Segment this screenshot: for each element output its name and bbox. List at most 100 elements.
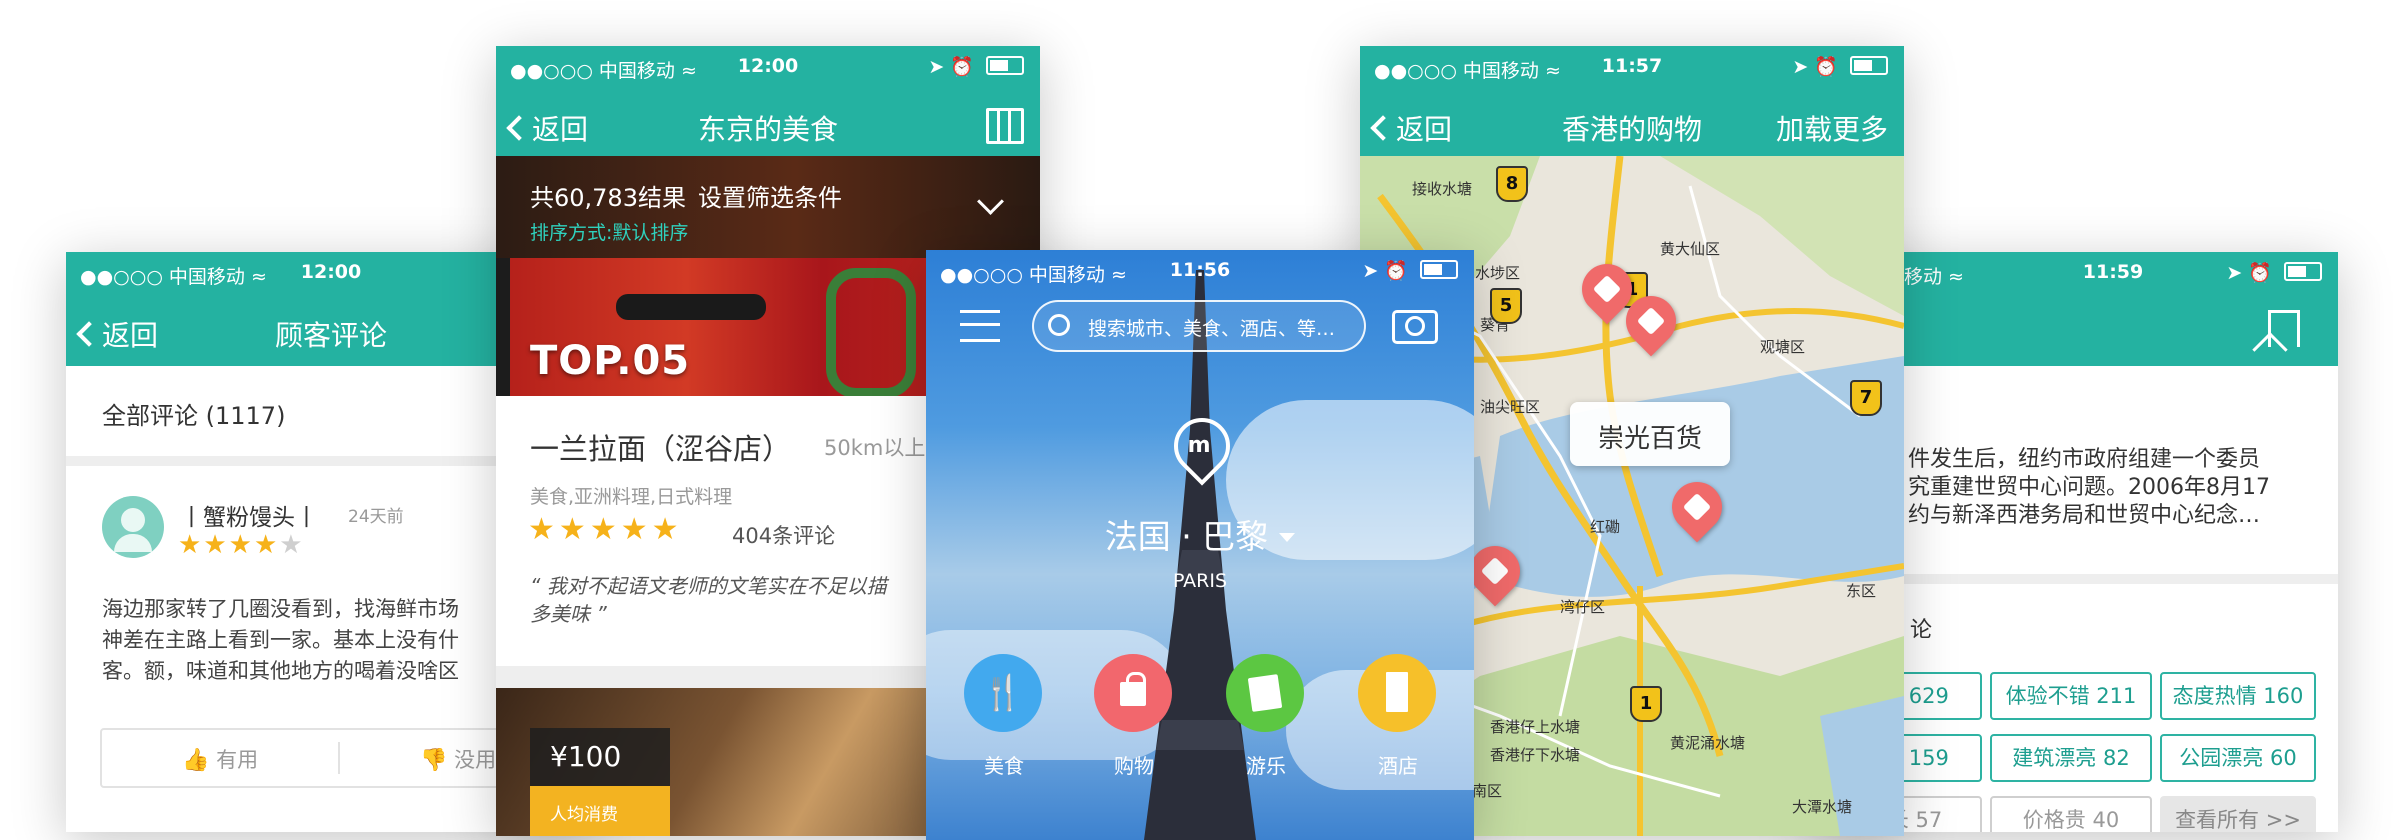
star-icon: ★	[528, 512, 559, 547]
category-shopping[interactable]: 购物	[1094, 654, 1174, 779]
map-label: 接收水塘	[1412, 180, 1473, 198]
callout-title: 崇光百货	[1597, 424, 1702, 454]
description-text: 件发生后，纽约市政府组建一个委员 究重建世贸中心问题。2006年8月17 约与新…	[1908, 447, 2270, 528]
see-all-tags-button[interactable]: 查看所有 >>	[2160, 796, 2316, 832]
nav-bar: 返回 香港的购物 加载更多	[1360, 88, 1904, 160]
star-icon: ★	[589, 512, 621, 547]
avatar	[102, 496, 164, 558]
map-label: 香港仔上水塘	[1490, 718, 1581, 736]
load-more-button[interactable]: 加载更多	[1776, 108, 1888, 148]
camera-icon[interactable]	[1392, 310, 1438, 344]
status-icons: ➤ ⏰	[928, 55, 1024, 78]
all-reviews-label: 全部评论 (1117)	[102, 402, 286, 430]
review-rating: ★★★★★	[178, 530, 305, 560]
map-callout[interactable]: 崇光百货	[1570, 402, 1730, 466]
review-text: 海边那家转了几圈没看到，找海鲜市场 神差在主路上看到一家。基本上没有什 客。额，…	[102, 597, 459, 683]
useless-button[interactable]: 👎 没用	[420, 744, 496, 774]
category-label: 酒店	[1378, 754, 1418, 778]
restaurant-rating: ★★★★★	[528, 512, 683, 547]
battery-icon	[2284, 262, 2322, 281]
review-quote: “ 我对不起语文老师的文笔实在不足以描 多美味 ”	[530, 574, 887, 626]
status-icons: ➤ ⏰	[1792, 55, 1888, 78]
bookmark-icon[interactable]	[2252, 310, 2300, 368]
restaurant-name: 一兰拉面（涩谷店）	[530, 432, 792, 466]
route-marker: 8	[1496, 166, 1528, 202]
star-icon: ★	[228, 530, 254, 560]
star-icon: ★	[178, 530, 204, 560]
banner-decoration	[826, 268, 916, 398]
reviewer-name: 丨蟹粉馒头丨	[180, 505, 318, 531]
city-name: 法国 · 巴黎	[1104, 517, 1269, 556]
map-label: 湾仔区	[1560, 598, 1606, 616]
map-label: 观塘区	[1760, 338, 1806, 356]
results-count: 共60,783结果	[530, 184, 686, 212]
category-hotel[interactable]: 酒店	[1358, 654, 1438, 779]
review-tag[interactable]: 态度热情 160	[2160, 672, 2316, 720]
category-label: 游乐	[1246, 754, 1286, 778]
star-icon: ★	[651, 512, 683, 547]
price-badge: ¥100 人均消费	[530, 728, 670, 836]
star-icon: ★	[558, 512, 590, 547]
sort-label[interactable]: 排序方式:默认排序	[530, 218, 688, 245]
category-label: 购物	[1114, 754, 1154, 778]
star-icon: ★	[203, 530, 229, 560]
search-icon	[1048, 314, 1070, 336]
search-bar[interactable]: 搜索城市、美食、酒店、等…	[1032, 300, 1366, 352]
category-entertainment[interactable]: 游乐	[1226, 654, 1306, 779]
status-bar: ●●○○○ 中国移动 ≈ 12:00 ➤ ⏰	[496, 46, 1040, 88]
city-name-en: PARIS	[1172, 570, 1228, 592]
map-label: 南区	[1472, 782, 1503, 800]
banner-decoration	[616, 294, 766, 320]
map-label: 红磡	[1590, 518, 1621, 536]
review-time: 24天前	[348, 507, 404, 527]
star-icon: ★	[620, 512, 652, 547]
ticket-icon	[1226, 654, 1304, 732]
map-label: 大潭水塘	[1792, 798, 1853, 816]
menu-icon[interactable]	[960, 310, 1000, 342]
search-placeholder: 搜索城市、美食、酒店、等…	[1088, 318, 1336, 340]
route-marker: 5	[1490, 288, 1522, 324]
shopping-bag-icon	[1094, 654, 1172, 732]
rank-badge: TOP.05	[530, 338, 691, 384]
filter-link[interactable]: 设置筛选条件	[698, 178, 842, 213]
fork-knife-icon: 🍴	[964, 654, 1042, 732]
route-marker: 7	[1850, 380, 1882, 416]
review-tag[interactable]: 价格贵 40	[1990, 796, 2152, 832]
review-tag[interactable]: 公园漂亮 60	[2160, 734, 2316, 782]
map-icon[interactable]	[986, 108, 1024, 144]
star-icon: ★	[253, 530, 280, 560]
map-label: 油尖旺区	[1480, 398, 1541, 416]
section-label: 论	[1910, 618, 1933, 643]
divider	[338, 742, 340, 774]
map-label: 黄泥涌水塘	[1670, 734, 1746, 752]
status-bar: ●●○○○ 中国移动 ≈ 11:57 ➤ ⏰	[1360, 46, 1904, 88]
useless-label: 没用	[454, 748, 497, 772]
building-icon	[1358, 654, 1436, 732]
distance-label: 50km以上	[824, 436, 926, 460]
route-marker: 1	[1630, 686, 1662, 722]
map-label: 东区	[1846, 582, 1877, 600]
category-label: 美食	[984, 754, 1024, 778]
review-count: 404条评论	[732, 524, 836, 548]
review-tag[interactable]: 建筑漂亮 82	[1990, 734, 2152, 782]
status-bar: ●●○○○ 中国移动 ≈ 11:56 ➤ ⏰	[926, 250, 1474, 292]
price-label: 人均消费	[550, 805, 618, 825]
battery-icon	[986, 56, 1024, 75]
status-icons: ➤ ⏰	[2226, 261, 2322, 284]
nav-bar: 返回 东京的美食	[496, 88, 1040, 160]
useful-button[interactable]: 👍 有用	[182, 744, 258, 774]
home-screen: ●●○○○ 中国移动 ≈ 11:56 ➤ ⏰ 搜索城市、美食、酒店、等… m 法…	[926, 250, 1474, 840]
price-value: ¥100	[550, 740, 622, 773]
page-title: 东京的美食	[697, 113, 838, 146]
thumbs-down-icon: 👎	[420, 748, 448, 773]
map-label: 黄大仙区	[1660, 240, 1721, 258]
caret-down-icon	[1279, 533, 1296, 542]
chevron-down-icon[interactable]	[977, 188, 1004, 215]
filter-bar[interactable]: 共60,783结果 设置筛选条件 排序方式:默认排序	[496, 156, 1040, 258]
category-food[interactable]: 🍴 美食	[964, 654, 1044, 779]
map-label: 香港仔下水塘	[1490, 746, 1581, 764]
star-empty-icon: ★	[279, 530, 305, 560]
city-selector[interactable]: 法国 · 巴黎	[926, 510, 1474, 558]
review-tag[interactable]: 体验不错 211	[1990, 672, 2152, 720]
battery-icon	[1850, 56, 1888, 75]
